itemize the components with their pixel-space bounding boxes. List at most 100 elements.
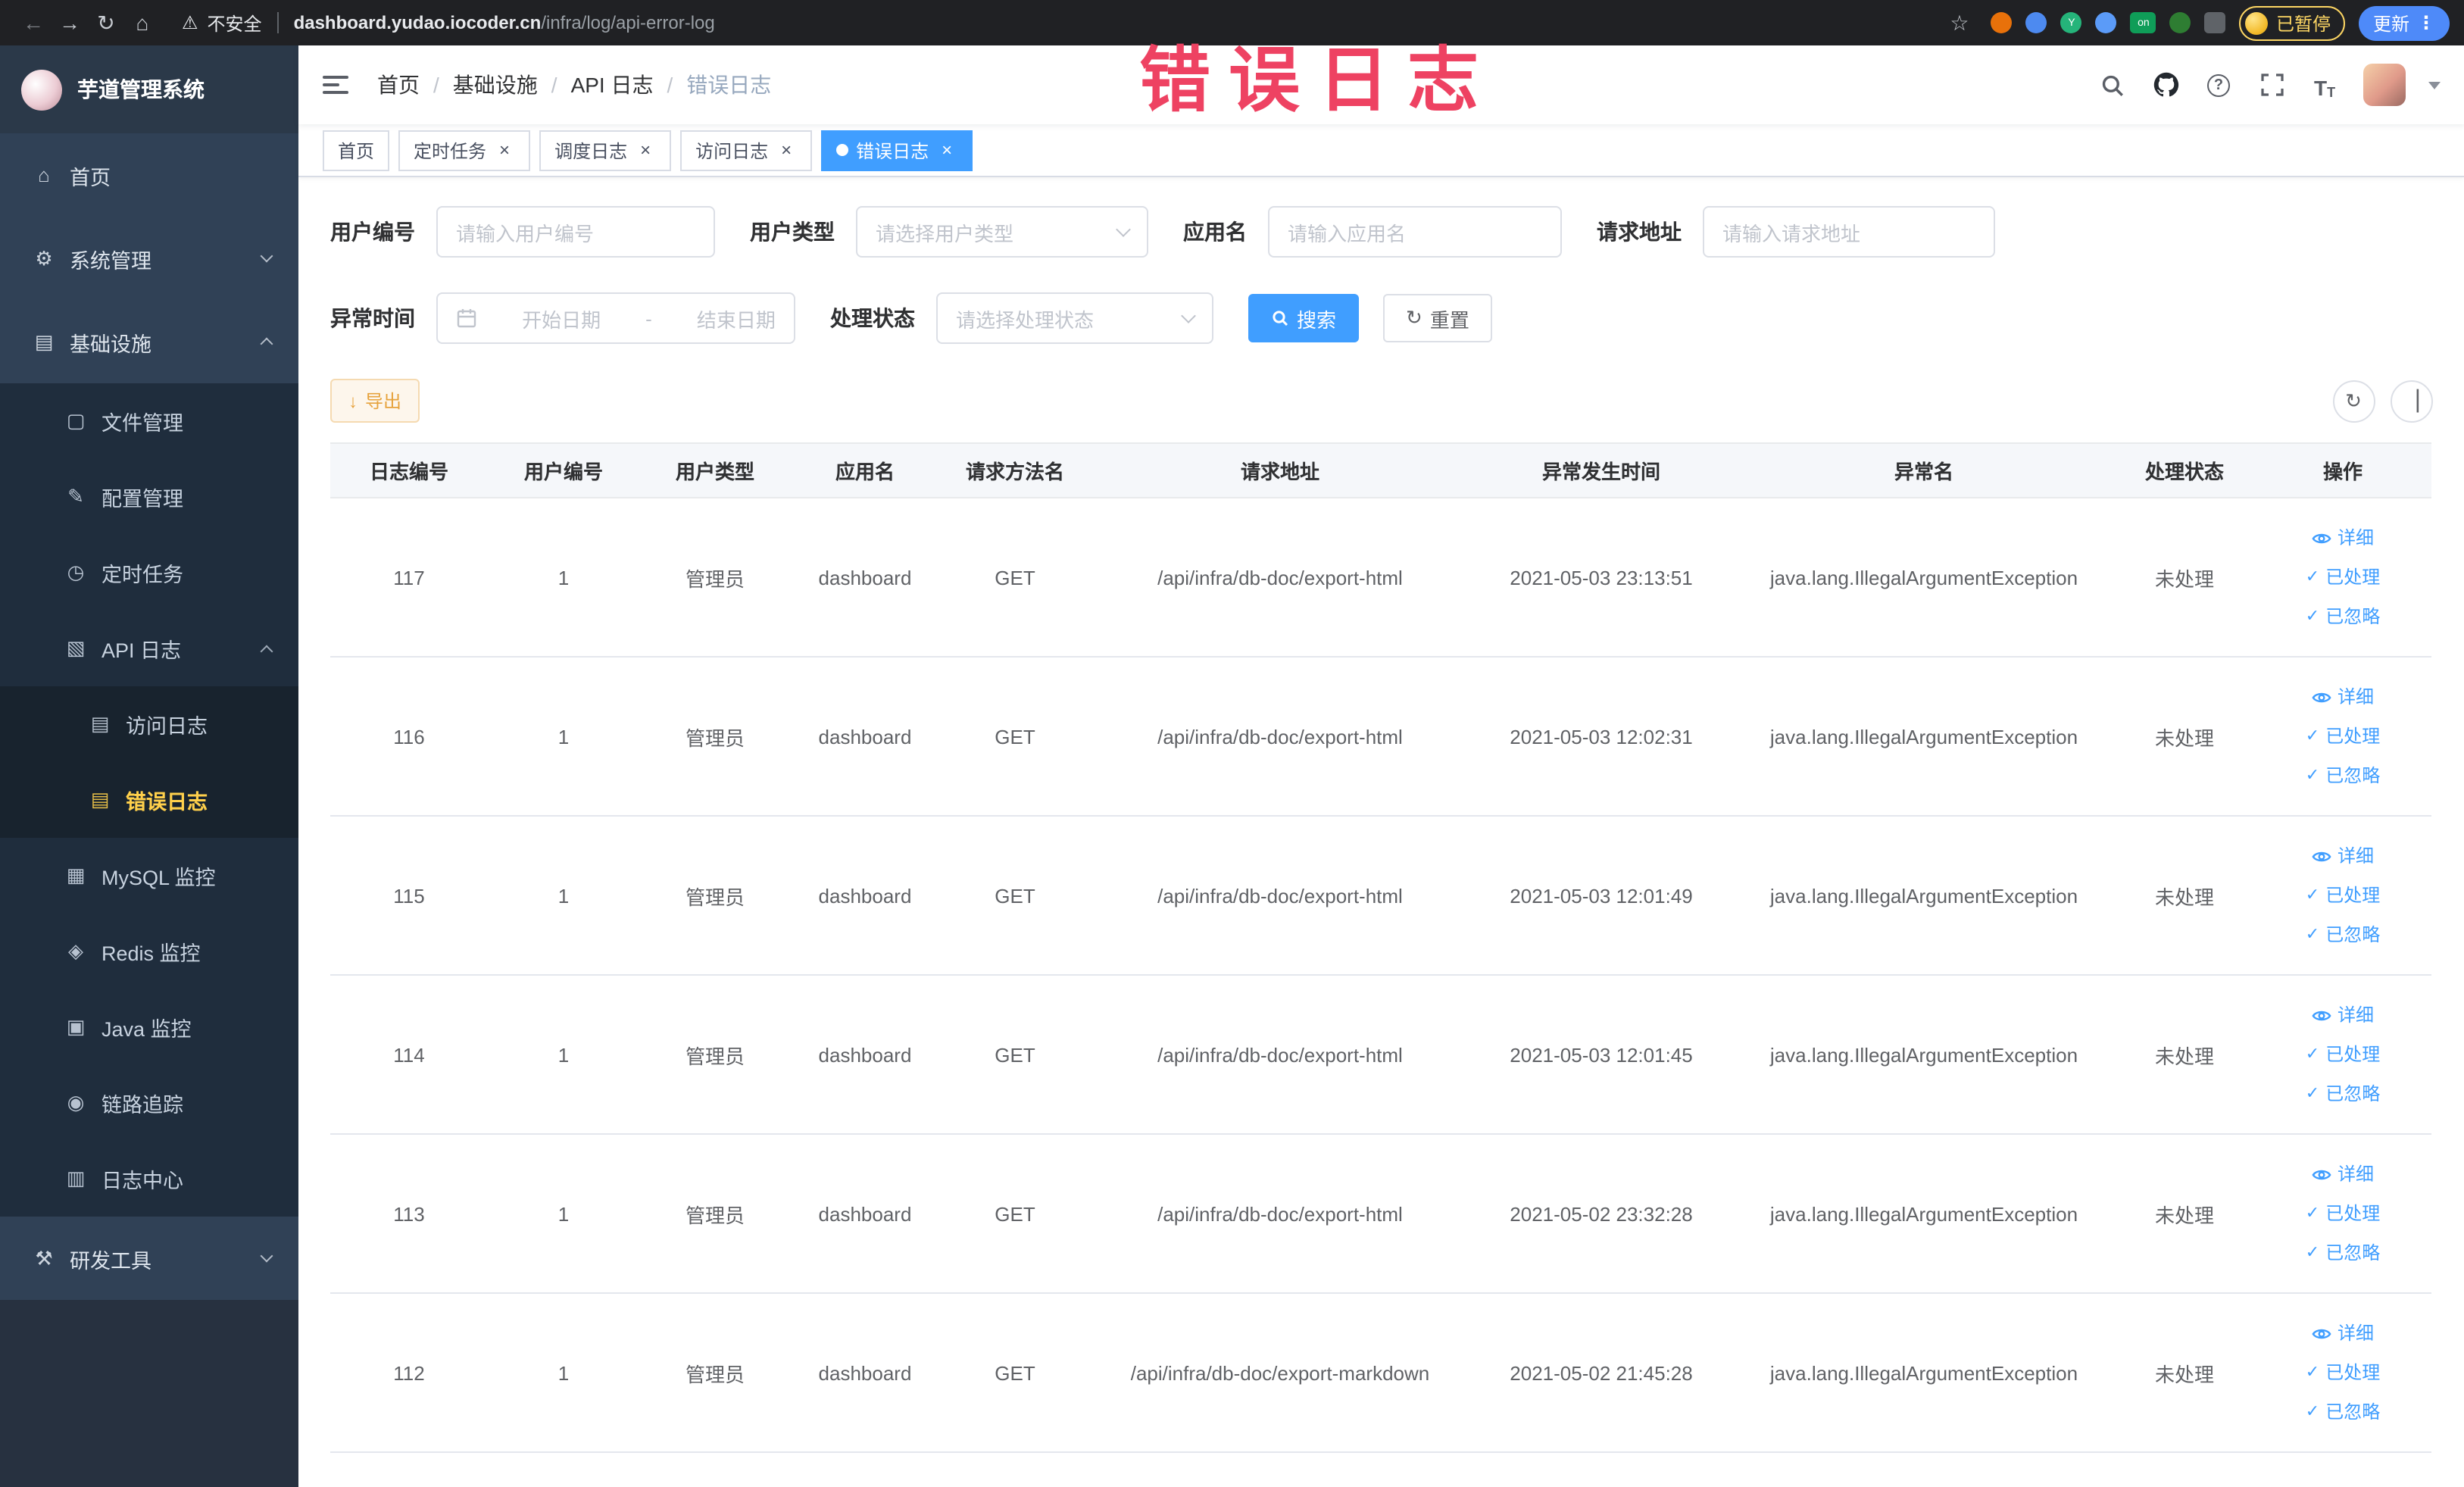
breadcrumb-item[interactable]: 首页 [377,70,420,100]
sidebar-item-api-log[interactable]: ▧ API 日志 [0,611,298,686]
user-id-input[interactable]: 请输入用户编号 [436,206,715,258]
row-actions: 详细 ✓ 已处理 ✓ 已忽略 [2254,1294,2431,1451]
extension-icon[interactable] [2025,12,2047,33]
tab-调度日志[interactable]: 调度日志 × [539,130,672,170]
tab-错误日志[interactable]: 错误日志 × [821,130,973,170]
app-name-input[interactable]: 请输入应用名 [1268,206,1562,258]
github-icon[interactable] [2150,70,2181,100]
tab-首页[interactable]: 首页 [323,130,390,170]
sidebar-item-file[interactable]: ▢ 文件管理 [0,383,298,459]
sidebar-item-home[interactable]: ⌂ 首页 [0,133,298,217]
help-icon[interactable]: ? [2203,70,2234,100]
processed-link[interactable]: ✓ 已处理 [2306,558,2380,596]
sidebar-item-redis[interactable]: ◈ Redis 监控 [0,914,298,989]
header-cell: 用户类型 [675,461,754,483]
profile-paused-badge[interactable]: 已暂停 [2239,5,2346,40]
tab-访问日志[interactable]: 访问日志 × [680,130,813,170]
tab-定时任务[interactable]: 定时任务 × [398,130,531,170]
chevron-down-icon[interactable] [2428,81,2440,89]
sidebar-item-gear[interactable]: ⚙ 系统管理 [0,217,298,300]
extension-icon[interactable] [1991,12,2013,33]
forward-icon[interactable]: → [52,6,88,39]
processed-link[interactable]: ✓ 已处理 [2306,1195,2380,1232]
sidebar-item-mysql[interactable]: ▦ MySQL 监控 [0,838,298,914]
cell-app_name: dashboard [818,1361,912,1384]
column-settings-button[interactable]: ▕ [2390,380,2432,422]
chevron-down-icon [1116,222,1131,237]
refresh-button[interactable]: ↻ [2332,380,2375,422]
download-icon: ↓ [348,390,358,411]
breadcrumb-item[interactable]: 基础设施 [453,70,538,100]
sidebar-item-log-center[interactable]: ▥ 日志中心 [0,1141,298,1217]
breadcrumb-item[interactable]: API 日志 [571,70,654,100]
sidebar-item-access-log[interactable]: ▤ 访问日志 [0,686,298,762]
ignored-link[interactable]: ✓ 已忽略 [2306,1234,2380,1272]
table-header: 日志编号 用户编号 用户类型 应用名 请求方法名 请求地址 异常发生时间 异常名 处理状态 操作 [330,442,2431,498]
app-logo[interactable]: 芋道管理系统 [0,45,298,133]
processed-link[interactable]: ✓ 已处理 [2306,876,2380,914]
field-label: 用户类型 [750,220,835,244]
security-chip[interactable]: ⚠ 不安全 [182,10,262,36]
date-range-picker[interactable]: 开始日期 - 结束日期 [436,292,795,344]
search-button[interactable]: 搜索 [1248,294,1360,342]
extension-icon[interactable] [2095,12,2117,33]
sidebar-item-config[interactable]: ✎ 配置管理 [0,459,298,535]
sidebar-item-java[interactable]: ▣ Java 监控 [0,989,298,1065]
detail-link[interactable]: 详细 [2312,1314,2374,1352]
detail-link[interactable]: 详细 [2312,519,2374,557]
field-label: 请求地址 [1597,220,1682,244]
request-url-input[interactable]: 请输入请求地址 [1703,206,1995,258]
reload-icon[interactable]: ↻ [88,6,124,39]
address-bar[interactable]: dashboard.yudao.iocoder.cn /infra/log/ap… [294,12,715,33]
sidebar-item-infrastructure[interactable]: ▤ 基础设施 [0,300,298,383]
row-actions: 详细 ✓ 已处理 ✓ 已忽略 [2254,976,2431,1133]
cell-exception: java.lang.IllegalArgumentException [1769,725,2078,748]
extension-icon[interactable] [2169,12,2191,33]
user-avatar[interactable] [2363,64,2405,106]
row-actions: 详细 ✓ 已处理 ✓ 已忽略 [2254,1135,2431,1292]
ignored-link[interactable]: ✓ 已忽略 [2306,916,2380,954]
process-status-select[interactable]: 请选择处理状态 [936,292,1213,344]
browser-update-button[interactable]: 更新 ⋮ [2359,5,2449,40]
home-icon[interactable]: ⌂ [124,6,161,39]
cell-user_id: 1 [557,1043,570,1066]
action-label: 已忽略 [2325,1401,2381,1422]
extension-icon[interactable]: Y [2060,12,2082,33]
processed-link[interactable]: ✓ 已处理 [2306,717,2380,755]
sidebar-item-error-log[interactable]: ▤ 错误日志 [0,762,298,838]
detail-link[interactable]: 详细 [2312,837,2374,875]
reset-button[interactable]: ↻ 重置 [1383,294,1492,342]
sidebar-item-trace[interactable]: ◉ 链路追踪 [0,1065,298,1141]
export-button[interactable]: ↓ 导出 [330,379,420,423]
processed-link[interactable]: ✓ 已处理 [2306,1036,2380,1073]
breadcrumb-separator: / [667,73,673,97]
sidebar-item-devtools[interactable]: ⚒ 研发工具 [0,1217,298,1300]
processed-link[interactable]: ✓ 已处理 [2306,1354,2380,1392]
search-icon[interactable] [2097,70,2128,100]
ignored-link[interactable]: ✓ 已忽略 [2306,1393,2380,1431]
detail-link[interactable]: 详细 [2312,996,2374,1034]
field-label: 应用名 [1183,220,1247,244]
close-icon[interactable]: × [494,139,515,161]
hamburger-icon[interactable] [323,71,353,98]
close-icon[interactable]: × [635,139,656,161]
close-icon[interactable]: × [776,139,797,161]
sidebar-item-label: Redis 监控 [101,942,201,965]
detail-link[interactable]: 详细 [2312,1155,2374,1193]
cell-id: 113 [393,1202,425,1225]
fullscreen-icon[interactable] [2256,70,2287,100]
ignored-link[interactable]: ✓ 已忽略 [2306,598,2380,636]
user-type-select[interactable]: 请选择用户类型 [856,206,1148,258]
sidebar-item-schedule[interactable]: ◷ 定时任务 [0,535,298,611]
ignored-link[interactable]: ✓ 已忽略 [2306,1075,2380,1113]
extension-icon[interactable]: on [2130,12,2156,33]
detail-link[interactable]: 详细 [2312,678,2374,716]
font-size-icon[interactable]: TT [2309,70,2340,100]
check-icon: ✓ [2305,766,2320,784]
close-icon[interactable]: × [936,139,957,161]
bookmark-star-icon[interactable]: ☆ [1941,6,1978,39]
redis-icon: ◈ [68,939,83,962]
back-icon[interactable]: ← [15,6,52,39]
puzzle-extension-icon[interactable] [2204,12,2226,33]
ignored-link[interactable]: ✓ 已忽略 [2306,757,2380,795]
